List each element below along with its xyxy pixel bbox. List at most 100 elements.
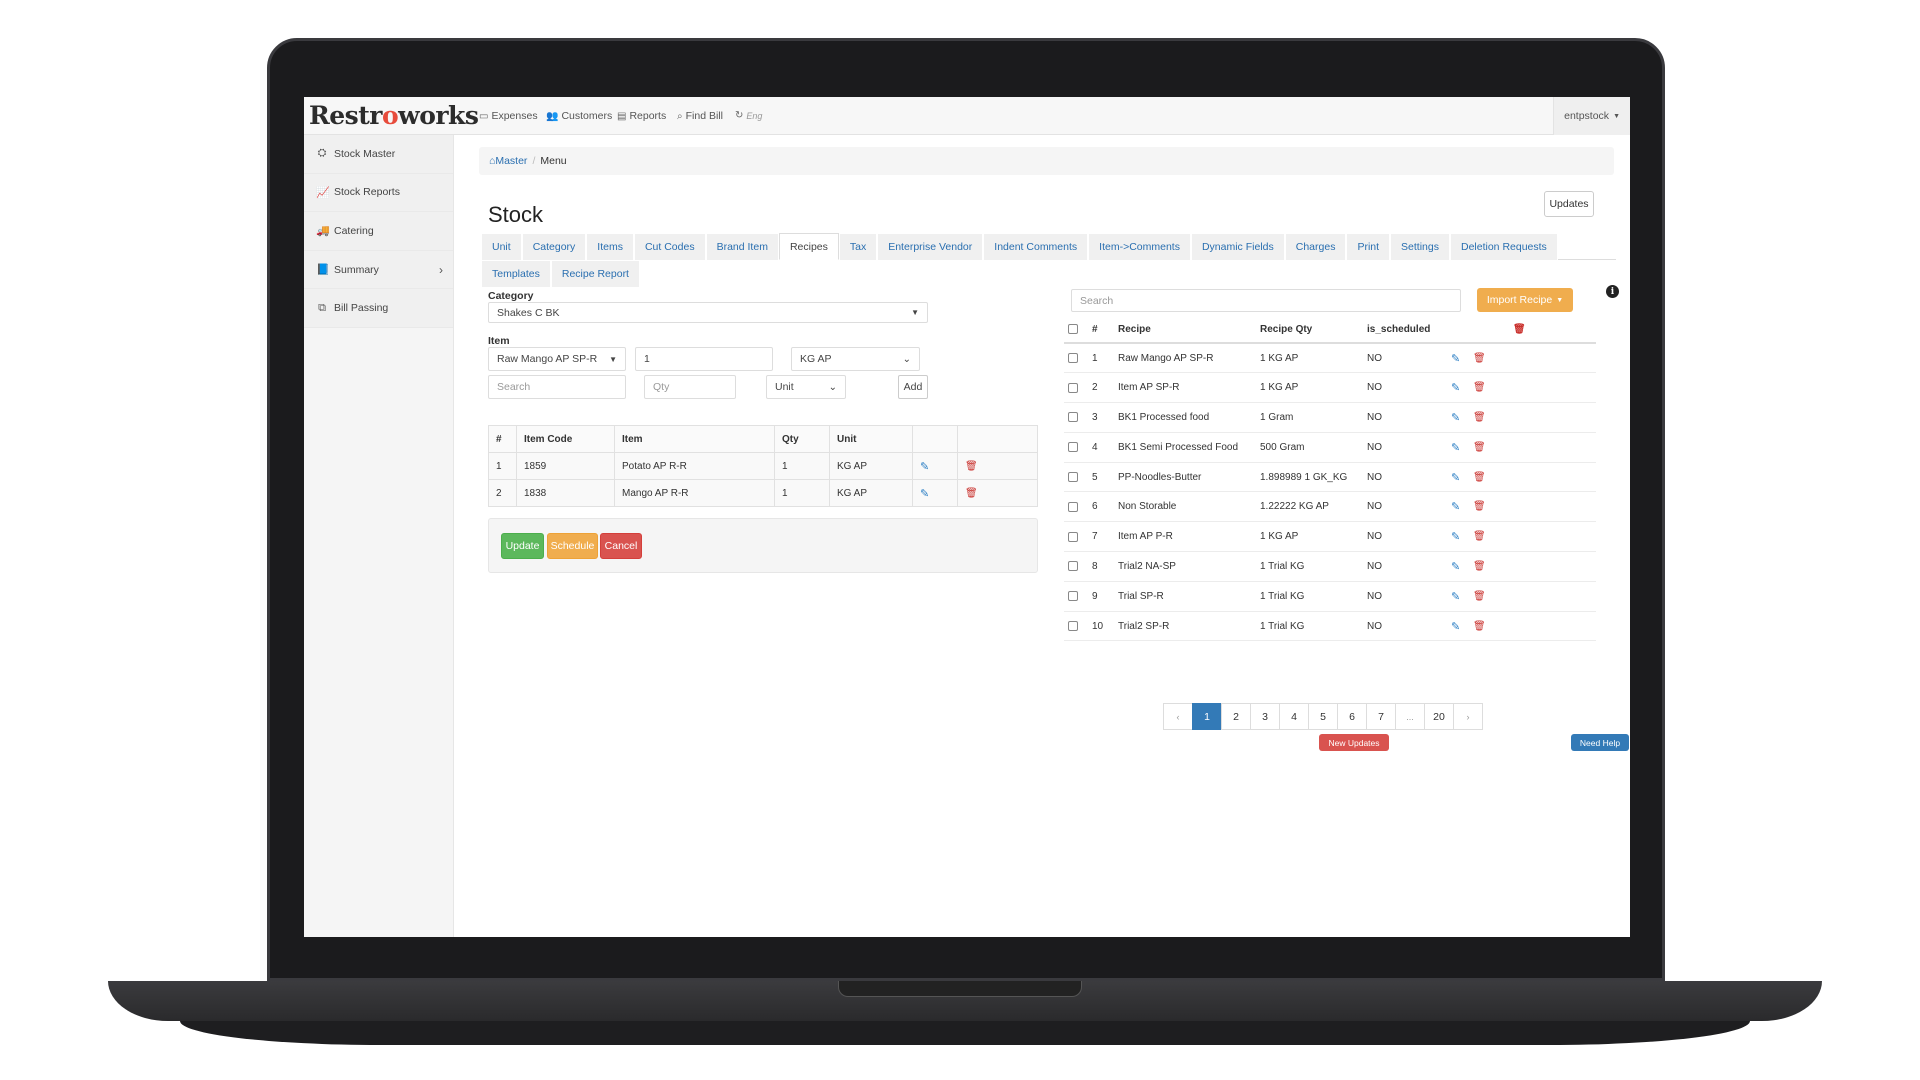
tab-cut-codes[interactable]: Cut Codes <box>633 233 706 260</box>
pagination-ellipsis[interactable]: ... <box>1395 703 1425 730</box>
cell-qty: 1 Trial KG <box>1256 551 1363 582</box>
recipe-search-input[interactable]: Search <box>1071 289 1461 312</box>
tab-charges[interactable]: Charges <box>1284 233 1347 260</box>
nav-reports[interactable]: ▤ Reports <box>617 110 666 122</box>
tab-enterprise-vendor[interactable]: Enterprise Vendor <box>877 233 984 260</box>
select-cell <box>1064 432 1088 463</box>
row-checkbox[interactable] <box>1068 501 1078 512</box>
bulk-delete-icon[interactable]: 🗑 <box>1513 324 1526 335</box>
import-recipe-button[interactable]: Import Recipe ▼ <box>1477 288 1573 312</box>
pagination-page[interactable]: 1 <box>1192 703 1222 730</box>
sidebar-item-bill-passing[interactable]: ⧉ Bill Passing <box>304 289 453 328</box>
delete-icon[interactable]: 🗑 <box>1473 472 1486 483</box>
row-checkbox[interactable] <box>1068 531 1078 542</box>
tab-unit[interactable]: Unit <box>481 233 522 260</box>
nav-customers[interactable]: 👥 Customers <box>546 110 612 122</box>
tab-templates[interactable]: Templates <box>481 260 551 287</box>
delete-icon[interactable]: 🗑 <box>965 488 978 499</box>
edit-icon[interactable]: ✎ <box>1451 591 1460 603</box>
edit-icon[interactable]: ✎ <box>1451 442 1460 454</box>
delete-icon[interactable]: 🗑 <box>1473 591 1486 602</box>
row-checkbox[interactable] <box>1068 442 1078 453</box>
cancel-button[interactable]: Cancel <box>600 533 642 559</box>
qty-input[interactable]: Qty <box>644 375 736 399</box>
pagination-page[interactable]: 7 <box>1366 703 1396 730</box>
tab-brand-item[interactable]: Brand Item <box>705 233 779 260</box>
pagination-page[interactable]: 6 <box>1337 703 1367 730</box>
edit-icon[interactable]: ✎ <box>920 488 929 500</box>
unit-select[interactable]: KG AP ⌄ <box>791 347 920 371</box>
tab-recipes[interactable]: Recipes <box>778 233 839 260</box>
restroworks-logo[interactable]: Restroworks <box>309 101 479 130</box>
need-help-button[interactable]: Need Help <box>1571 734 1629 751</box>
row-checkbox[interactable] <box>1068 591 1078 602</box>
category-select[interactable]: Shakes C BK ▼ <box>488 302 928 323</box>
delete-icon[interactable]: 🗑 <box>1473 501 1486 512</box>
row-checkbox[interactable] <box>1068 471 1078 482</box>
tab-items[interactable]: Items <box>586 233 634 260</box>
delete-icon[interactable]: 🗑 <box>1473 531 1486 542</box>
row-checkbox[interactable] <box>1068 353 1078 363</box>
edit-icon[interactable]: ✎ <box>920 461 929 473</box>
pagination-page[interactable]: 5 <box>1308 703 1338 730</box>
edit-icon[interactable]: ✎ <box>1451 382 1460 394</box>
pagination-prev[interactable]: ‹ <box>1163 703 1193 730</box>
add-button[interactable]: Add <box>898 375 928 399</box>
delete-icon[interactable]: 🗑 <box>1473 382 1486 393</box>
delete-icon[interactable]: 🗑 <box>1473 561 1486 572</box>
tab-print[interactable]: Print <box>1346 233 1391 260</box>
pagination-page[interactable]: 20 <box>1424 703 1454 730</box>
cell-scheduled: NO <box>1363 372 1447 404</box>
delete-icon[interactable]: 🗑 <box>965 461 978 472</box>
cell-qty: 1 Trial KG <box>1256 611 1363 642</box>
quantity-input[interactable]: 1 <box>635 347 773 371</box>
tab-category[interactable]: Category <box>521 233 587 260</box>
select-all-checkbox[interactable] <box>1068 324 1078 335</box>
row-checkbox[interactable] <box>1068 561 1078 572</box>
sidebar-item-summary[interactable]: 📘 Summary › <box>304 250 453 290</box>
edit-icon[interactable]: ✎ <box>1451 561 1460 573</box>
item-select[interactable]: Raw Mango AP SP-R ▼ <box>488 347 626 371</box>
sidebar-item-stock-reports[interactable]: 📈 Stock Reports <box>304 173 453 213</box>
edit-icon[interactable]: ✎ <box>1451 472 1460 484</box>
edit-icon[interactable]: ✎ <box>1451 531 1460 543</box>
tab-settings[interactable]: Settings <box>1390 233 1450 260</box>
row-checkbox[interactable] <box>1068 620 1078 631</box>
item-search-input[interactable]: Search <box>488 375 626 399</box>
tab-tax[interactable]: Tax <box>838 233 878 260</box>
row-checkbox[interactable] <box>1068 412 1078 423</box>
schedule-button[interactable]: Schedule <box>547 533 598 559</box>
edit-icon[interactable]: ✎ <box>1451 412 1460 424</box>
tab-dynamic-fields[interactable]: Dynamic Fields <box>1190 233 1285 260</box>
tab-recipe-report[interactable]: Recipe Report <box>550 260 640 287</box>
pagination-page[interactable]: 4 <box>1279 703 1309 730</box>
edit-icon[interactable]: ✎ <box>1451 501 1460 513</box>
edit-icon[interactable]: ✎ <box>1451 621 1460 633</box>
user-menu[interactable]: entpstock ▼ <box>1553 97 1630 135</box>
unit-dropdown[interactable]: Unit ⌄ <box>766 375 846 399</box>
nav-expenses[interactable]: ▭ Expenses <box>479 110 538 122</box>
pagination-page[interactable]: 3 <box>1250 703 1280 730</box>
tab-indent-comments[interactable]: Indent Comments <box>983 233 1089 260</box>
nav-find-bill[interactable]: ⌕ Find Bill <box>677 110 723 122</box>
tab-deletion-requests[interactable]: Deletion Requests <box>1450 233 1558 260</box>
delete-icon[interactable]: 🗑 <box>1473 353 1486 364</box>
pagination-page[interactable]: 2 <box>1221 703 1251 730</box>
info-icon[interactable]: i <box>1606 285 1619 298</box>
edit-icon[interactable]: ✎ <box>1451 353 1460 365</box>
delete-icon[interactable]: 🗑 <box>1473 412 1486 423</box>
breadcrumb-home[interactable]: ⌂Master <box>489 155 527 167</box>
delete-icon[interactable]: 🗑 <box>1473 621 1486 632</box>
nav-language[interactable]: ↻ Eng <box>735 110 762 121</box>
col-header-recipe-qty: Recipe Qty <box>1256 317 1363 344</box>
col-header-is-scheduled: is_scheduled <box>1363 317 1447 344</box>
sidebar-item-catering[interactable]: 🚚 Catering <box>304 212 453 251</box>
new-updates-button[interactable]: New Updates <box>1319 734 1389 751</box>
delete-icon[interactable]: 🗑 <box>1473 442 1486 453</box>
sidebar-item-stock-master[interactable]: ⛭ Stock Master <box>304 135 453 174</box>
tab-item-comments[interactable]: Item->Comments <box>1088 233 1191 260</box>
row-checkbox[interactable] <box>1068 382 1078 393</box>
pagination-next[interactable]: › <box>1453 703 1483 730</box>
updates-button[interactable]: Updates <box>1544 191 1594 217</box>
update-button[interactable]: Update <box>501 533 544 559</box>
